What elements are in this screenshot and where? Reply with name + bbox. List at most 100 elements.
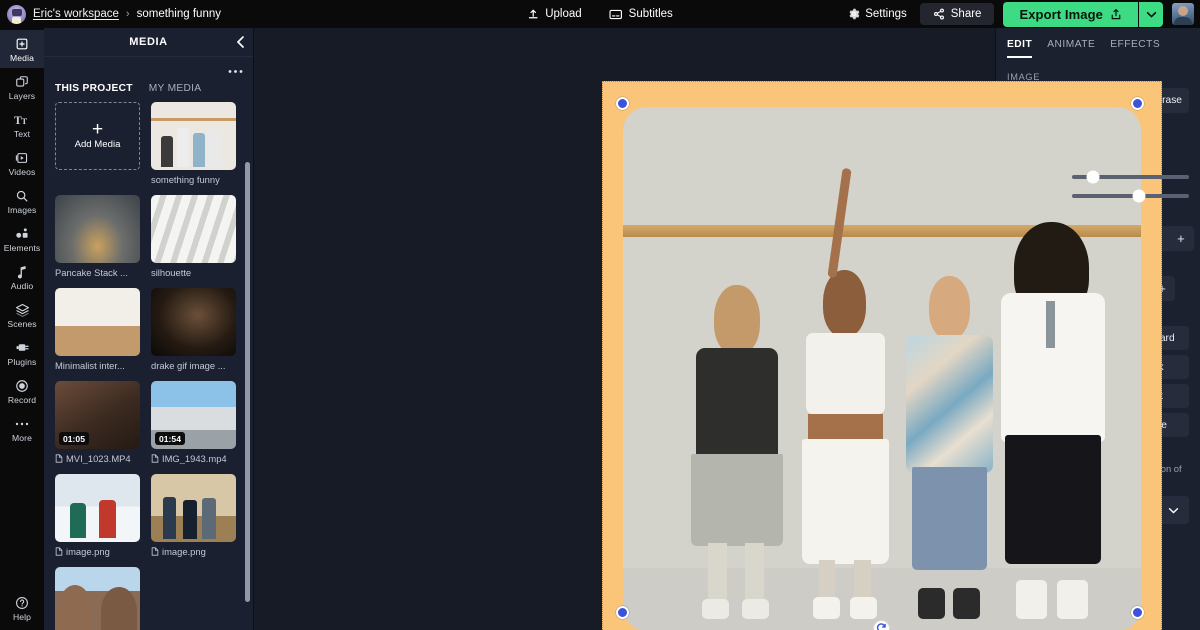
breadcrumb: Eric's workspace › something funny xyxy=(0,4,221,24)
left-rail: Media Layers T T Text Videos Images Elem… xyxy=(0,28,44,630)
selected-image-layer[interactable] xyxy=(623,107,1141,630)
zoom-slider[interactable] xyxy=(1072,189,1189,202)
media-thumbnail[interactable] xyxy=(151,195,236,263)
media-item[interactable]: silhouette xyxy=(151,195,236,278)
media-thumbnail[interactable] xyxy=(55,288,140,356)
chevron-down-icon xyxy=(1168,507,1179,514)
photo-person-2 xyxy=(794,167,898,619)
tab-edit[interactable]: EDIT xyxy=(1007,39,1033,58)
audio-note-icon xyxy=(16,264,28,279)
corners-slider-knob[interactable] xyxy=(1086,170,1100,183)
rotate-handle[interactable] xyxy=(873,620,890,630)
file-icon xyxy=(151,547,159,556)
subtitles-label: Subtitles xyxy=(628,8,673,20)
media-thumbnail[interactable] xyxy=(55,474,140,542)
media-item[interactable]: Minimalist inter... xyxy=(55,288,140,371)
export-options-caret[interactable] xyxy=(1139,1,1163,27)
media-thumbnail[interactable] xyxy=(55,195,140,263)
media-thumbnail[interactable] xyxy=(151,102,236,170)
settings-label: Settings xyxy=(865,8,907,20)
resize-handle-bottom-left[interactable] xyxy=(616,606,629,619)
media-caption: IMG_1943.mp4 xyxy=(151,453,236,464)
collapse-panel-icon[interactable] xyxy=(236,36,245,49)
media-item[interactable]: 01:05 MVI_1023.MP4 xyxy=(55,381,140,464)
media-scrollbar[interactable] xyxy=(245,162,250,602)
upload-button[interactable]: Upload xyxy=(525,4,583,24)
rail-item-images[interactable]: Images xyxy=(0,182,44,220)
help-circle-icon xyxy=(15,595,29,610)
share-button[interactable]: Share xyxy=(919,3,995,25)
app-logo-icon[interactable] xyxy=(7,4,26,24)
resize-handle-bottom-right[interactable] xyxy=(1131,606,1144,619)
resize-handle-top-left[interactable] xyxy=(616,97,629,110)
rail-label-text: Text xyxy=(13,129,31,139)
tab-this-project[interactable]: THIS PROJECT xyxy=(55,83,133,94)
photo-person-4 xyxy=(996,222,1110,620)
add-media-label: Add Media xyxy=(74,138,121,150)
rail-label-plugins: Plugins xyxy=(7,357,37,367)
media-caption-text: IMG_1943.mp4 xyxy=(162,453,227,464)
media-list[interactable]: + Add Media something funny Pancake Stac… xyxy=(44,102,253,630)
tab-my-media[interactable]: MY MEDIA xyxy=(149,83,202,94)
properties-tabs: EDIT ANIMATE EFFECTS xyxy=(996,28,1200,58)
zoom-slider-knob[interactable] xyxy=(1132,189,1146,202)
media-item[interactable]: 01:54 IMG_1943.mp4 xyxy=(151,381,236,464)
artboard[interactable] xyxy=(602,81,1162,630)
top-bar-right-actions: Settings Share Export Image xyxy=(844,1,1200,27)
settings-button[interactable]: Settings xyxy=(844,4,911,24)
rail-label-more: More xyxy=(12,433,32,443)
subtitles-button[interactable]: Subtitles xyxy=(608,4,675,24)
rail-item-media[interactable]: Media xyxy=(0,30,44,68)
media-thumbnail[interactable] xyxy=(151,474,236,542)
corners-slider[interactable] xyxy=(1072,170,1189,183)
resize-handle-top-right[interactable] xyxy=(1131,97,1144,110)
breadcrumb-workspace[interactable]: Eric's workspace xyxy=(33,8,119,20)
top-bar-center-actions: Upload Subtitles xyxy=(525,4,675,24)
rail-item-videos[interactable]: Videos xyxy=(0,144,44,182)
media-more-options-icon[interactable] xyxy=(228,69,243,74)
media-item[interactable]: Pancake Stack ... xyxy=(55,195,140,278)
export-image-button[interactable]: Export Image xyxy=(1003,1,1138,27)
thumb-art-selfie xyxy=(55,567,140,630)
media-item[interactable] xyxy=(55,567,140,630)
thumb-art-silhouette xyxy=(151,195,236,263)
rail-item-more[interactable]: More xyxy=(0,410,44,448)
image-editor-app: Eric's workspace › something funny Uploa… xyxy=(0,0,1200,630)
thumb-art-room xyxy=(151,474,236,542)
rail-item-plugins[interactable]: Plugins xyxy=(0,334,44,372)
tab-animate[interactable]: ANIMATE xyxy=(1047,39,1095,58)
outline-width-increase[interactable]: + xyxy=(1168,231,1194,246)
breadcrumb-separator-icon: › xyxy=(125,8,130,20)
media-thumbnail[interactable]: 01:05 xyxy=(55,381,140,449)
rail-item-audio[interactable]: Audio xyxy=(0,258,44,296)
share-label: Share xyxy=(950,8,982,20)
media-item[interactable]: image.png xyxy=(55,474,140,557)
duration-badge: 01:54 xyxy=(155,432,185,445)
rail-item-scenes[interactable]: Scenes xyxy=(0,296,44,334)
rail-item-text[interactable]: T T Text xyxy=(0,106,44,144)
gear-icon xyxy=(848,8,860,20)
media-thumbnail[interactable] xyxy=(55,567,140,630)
tab-effects[interactable]: EFFECTS xyxy=(1110,39,1160,58)
rail-item-record[interactable]: Record xyxy=(0,372,44,410)
layers-icon xyxy=(15,74,29,89)
rail-label-images: Images xyxy=(7,205,37,215)
media-thumbnail[interactable]: 01:54 xyxy=(151,381,236,449)
media-item[interactable]: drake gif image ... xyxy=(151,288,236,371)
rail-item-elements[interactable]: Elements xyxy=(0,220,44,258)
rail-item-layers[interactable]: Layers xyxy=(0,68,44,106)
add-media-button[interactable]: + Add Media xyxy=(55,102,140,170)
export-share-icon xyxy=(1110,8,1122,21)
breadcrumb-project[interactable]: something funny xyxy=(137,8,221,20)
media-thumbnail[interactable] xyxy=(151,288,236,356)
file-icon xyxy=(55,547,63,556)
rail-label-media: Media xyxy=(10,53,34,63)
media-caption: something funny xyxy=(151,174,220,185)
canvas-area[interactable] xyxy=(254,28,1162,630)
user-avatar[interactable] xyxy=(1172,3,1194,25)
rail-item-help[interactable]: Help xyxy=(0,589,44,630)
media-item[interactable]: something funny xyxy=(151,102,236,185)
media-item[interactable]: image.png xyxy=(151,474,236,557)
search-image-icon xyxy=(15,188,29,203)
media-caption-text: image.png xyxy=(66,546,110,557)
